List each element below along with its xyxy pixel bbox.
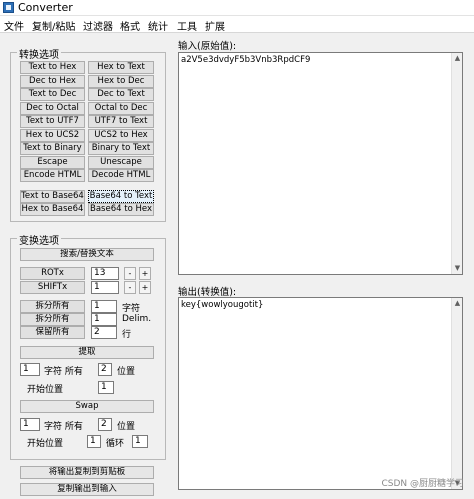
split-chars-unit: 字符 bbox=[122, 304, 141, 314]
window-title: Converter bbox=[18, 1, 73, 14]
swap-start-label: 开始位置 bbox=[27, 439, 64, 449]
scroll-up-icon[interactable]: ▲ bbox=[454, 55, 461, 62]
dec-to-octal-button[interactable]: Dec to Octal bbox=[20, 102, 85, 115]
watermark: CSDN @厨厨糖学习 bbox=[381, 479, 464, 489]
rot-plus-button[interactable]: + bbox=[139, 267, 151, 280]
extract-chars-all-label: 字符 所有 bbox=[44, 367, 83, 377]
binary-to-text-button[interactable]: Binary to Text bbox=[88, 142, 154, 155]
menu-copy-paste[interactable]: 复制/粘贴 bbox=[32, 18, 75, 33]
rot-button[interactable]: ROTx bbox=[20, 267, 85, 280]
utf7-to-text-button[interactable]: UTF7 to Text bbox=[88, 115, 154, 128]
escape-button[interactable]: Escape bbox=[20, 156, 85, 169]
ucs2-to-hex-button[interactable]: UCS2 to Hex bbox=[88, 129, 154, 142]
extract-count-field[interactable]: 1 bbox=[20, 363, 40, 376]
shift-minus-button[interactable]: - bbox=[124, 281, 136, 294]
text-to-binary-button[interactable]: Text to Binary bbox=[20, 142, 85, 155]
base64-to-hex-button[interactable]: Base64 to Hex bbox=[88, 203, 154, 216]
menu-stats[interactable]: 统计 bbox=[148, 18, 168, 33]
copy-output-to-clipboard-button[interactable]: 将输出复制到剪贴板 bbox=[20, 466, 154, 479]
loop-value-field[interactable]: 1 bbox=[132, 435, 148, 448]
octal-to-dec-button[interactable]: Octal to Dec bbox=[88, 102, 154, 115]
hex-to-text-button[interactable]: Hex to Text bbox=[88, 61, 154, 74]
input-label: 输入(原始值): bbox=[178, 41, 237, 52]
title-bar: Converter bbox=[0, 0, 474, 16]
unescape-button[interactable]: Unescape bbox=[88, 156, 154, 169]
swap-start-field[interactable]: 1 bbox=[87, 435, 101, 448]
swap-button[interactable]: Swap bbox=[20, 400, 154, 413]
menu-file[interactable]: 文件 bbox=[4, 18, 24, 33]
output-scrollbar[interactable]: ▲ ▼ bbox=[451, 298, 462, 489]
menu-format[interactable]: 格式 bbox=[120, 18, 140, 33]
input-scrollbar[interactable]: ▲ ▼ bbox=[451, 53, 462, 274]
text-to-dec-button[interactable]: Text to Dec bbox=[20, 88, 85, 101]
extract-button[interactable]: 提取 bbox=[20, 346, 154, 359]
input-value: a2V5e3dvdyF5b3Vnb3RpdCF9 bbox=[181, 55, 311, 65]
encode-html-button[interactable]: Encode HTML bbox=[20, 169, 85, 182]
loop-label: 循环 bbox=[106, 439, 125, 449]
output-textarea[interactable]: key{wowlyougotit} bbox=[178, 297, 463, 490]
text-to-base64-button[interactable]: Text to Base64 bbox=[20, 190, 85, 203]
hex-to-base64-button[interactable]: Hex to Base64 bbox=[20, 203, 85, 216]
split-chars-count-field[interactable]: 1 bbox=[91, 300, 117, 313]
convert-options-title: 转换选项 bbox=[17, 46, 61, 61]
swap-chars-all-label: 字符 所有 bbox=[44, 422, 83, 432]
extract-position-label: 位置 bbox=[117, 367, 136, 377]
transform-options-title: 变换选项 bbox=[17, 232, 61, 247]
split-all-delim-button[interactable]: 拆分所有 bbox=[20, 313, 85, 326]
rot-value-field[interactable]: 13 bbox=[91, 267, 119, 280]
swap-position-field[interactable]: 2 bbox=[98, 418, 112, 431]
swap-position-label: 位置 bbox=[117, 422, 136, 432]
swap-count-field[interactable]: 1 bbox=[20, 418, 40, 431]
shift-plus-button[interactable]: + bbox=[139, 281, 151, 294]
app-icon bbox=[3, 2, 14, 13]
extract-start-label: 开始位置 bbox=[27, 385, 64, 395]
menu-filter[interactable]: 过滤器 bbox=[83, 18, 113, 33]
hex-to-ucs2-button[interactable]: Hex to UCS2 bbox=[20, 129, 85, 142]
menu-extensions[interactable]: 扩展 bbox=[205, 18, 225, 33]
scroll-up-icon[interactable]: ▲ bbox=[454, 300, 461, 307]
keep-all-count-field[interactable]: 2 bbox=[91, 326, 117, 339]
dec-to-hex-button[interactable]: Dec to Hex bbox=[20, 75, 85, 88]
menu-bar: 文件 复制/粘贴 过滤器 格式 统计 工具 扩展 bbox=[0, 16, 474, 33]
scroll-down-icon[interactable]: ▼ bbox=[454, 265, 461, 272]
keep-all-button[interactable]: 保留所有 bbox=[20, 326, 85, 339]
split-delim-unit: Delim. bbox=[122, 314, 152, 324]
split-delim-count-field[interactable]: 1 bbox=[91, 313, 117, 326]
keep-all-unit: 行 bbox=[122, 330, 132, 340]
shift-button[interactable]: SHIFTx bbox=[20, 281, 85, 294]
extract-position-field[interactable]: 2 bbox=[98, 363, 112, 376]
copy-output-to-input-button[interactable]: 复制输出到输入 bbox=[20, 483, 154, 496]
search-replace-button[interactable]: 搜索/替换文本 bbox=[20, 248, 154, 261]
menu-tools[interactable]: 工具 bbox=[177, 18, 197, 33]
base64-to-text-button[interactable]: Base64 to Text bbox=[88, 190, 154, 203]
hex-to-dec-button[interactable]: Hex to Dec bbox=[88, 75, 154, 88]
decode-html-button[interactable]: Decode HTML bbox=[88, 169, 154, 182]
output-label: 输出(转换值): bbox=[178, 287, 237, 298]
split-all-chars-button[interactable]: 拆分所有 bbox=[20, 300, 85, 313]
input-textarea[interactable]: a2V5e3dvdyF5b3Vnb3RpdCF9 bbox=[178, 52, 463, 275]
extract-start-field[interactable]: 1 bbox=[98, 381, 114, 394]
text-to-utf7-button[interactable]: Text to UTF7 bbox=[20, 115, 85, 128]
text-to-hex-button[interactable]: Text to Hex bbox=[20, 61, 85, 74]
output-value: key{wowlyougotit} bbox=[181, 300, 264, 310]
shift-value-field[interactable]: 1 bbox=[91, 281, 119, 294]
rot-minus-button[interactable]: - bbox=[124, 267, 136, 280]
dec-to-text-button[interactable]: Dec to Text bbox=[88, 88, 154, 101]
